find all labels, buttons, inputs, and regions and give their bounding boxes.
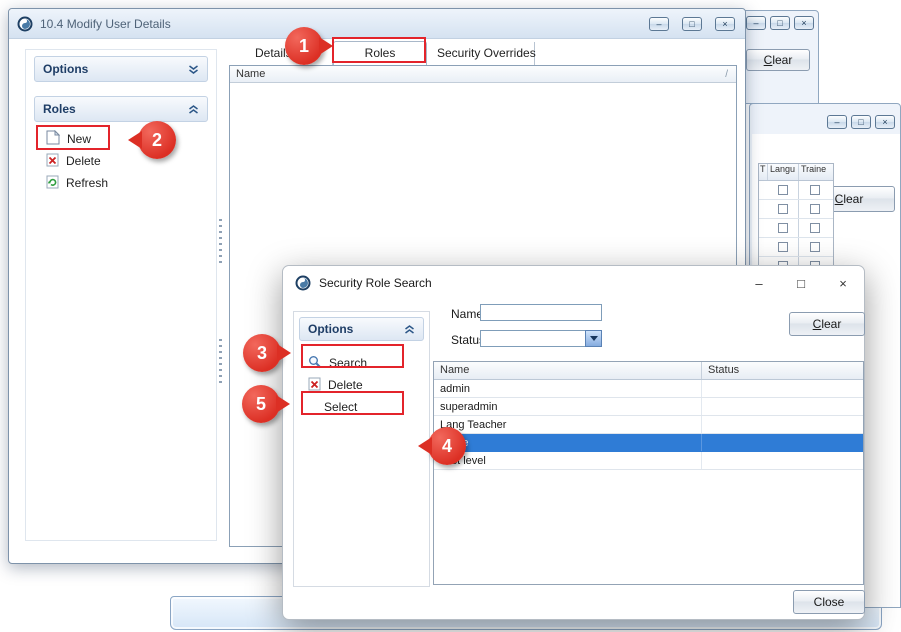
highlight-box-select: [301, 391, 404, 415]
callout-5: 5: [242, 385, 280, 423]
highlight-box-search: [301, 344, 404, 368]
maximize-button[interactable]: □: [780, 266, 822, 300]
app-icon: [295, 275, 311, 291]
callout-4: 4: [428, 427, 466, 465]
grid-row: [759, 200, 833, 219]
options-pane-header[interactable]: Options: [34, 56, 208, 82]
list-header-name[interactable]: Name /: [230, 66, 736, 83]
splitter-handle[interactable]: [219, 339, 222, 383]
column-header-status[interactable]: Status: [702, 362, 863, 379]
options-pane-label: Options: [43, 62, 88, 76]
grid-header: T Langu Traine: [759, 164, 833, 181]
refresh-label: Refresh: [66, 176, 108, 190]
delete-x-icon: [46, 153, 59, 170]
checkbox[interactable]: [778, 223, 788, 233]
grid-row: [759, 219, 833, 238]
window-titlebar[interactable]: 10.4 Modify User Details – □ ×: [9, 9, 745, 39]
table-header: Name Status: [434, 362, 863, 380]
delete-role-button[interactable]: Delete: [26, 150, 216, 172]
name-input[interactable]: [480, 304, 602, 321]
table-row[interactable]: superadmin: [434, 398, 863, 416]
options-pane-header[interactable]: Options: [299, 317, 424, 341]
refresh-icon: [46, 175, 59, 192]
minimize-button[interactable]: –: [746, 16, 766, 30]
checkbox[interactable]: [810, 185, 820, 195]
highlight-box-roles-tab: [332, 37, 426, 63]
window-titlebar[interactable]: – □ ×: [750, 104, 900, 129]
grid-row: [759, 181, 833, 200]
callout-1: 1: [285, 27, 323, 65]
grid-column-traine[interactable]: Traine: [799, 164, 831, 180]
dropdown-arrow-icon[interactable]: [585, 330, 602, 347]
minimize-button[interactable]: –: [827, 115, 847, 129]
refresh-button[interactable]: Refresh: [26, 172, 216, 194]
table-row[interactable]: Lang Teacher: [434, 416, 863, 434]
maximize-button[interactable]: □: [682, 17, 702, 31]
delete-label: Delete: [328, 378, 363, 392]
background-window-top-right: – □ × Clear: [735, 10, 819, 104]
close-button[interactable]: Close: [793, 590, 865, 614]
clear-button[interactable]: Clear: [746, 49, 810, 71]
roles-pane-header[interactable]: Roles: [34, 96, 208, 122]
roles-pane-label: Roles: [43, 102, 76, 116]
clear-button[interactable]: Clear: [789, 312, 865, 336]
options-pane-label: Options: [308, 322, 353, 336]
grid-row: [759, 238, 833, 257]
maximize-button[interactable]: □: [770, 16, 790, 30]
chevron-double-up-icon[interactable]: [404, 325, 415, 334]
checkbox[interactable]: [810, 242, 820, 252]
table-row[interactable]: admin: [434, 380, 863, 398]
checkbox[interactable]: [778, 185, 788, 195]
sort-indicator-icon: /: [725, 69, 728, 80]
minimize-button[interactable]: –: [738, 266, 780, 300]
table-row[interactable]: Test level: [434, 452, 863, 470]
column-header-name[interactable]: Name: [434, 362, 702, 379]
grid-column-langu[interactable]: Langu: [768, 164, 799, 180]
task-pane: Options Roles New: [25, 49, 217, 541]
app-icon: [17, 16, 33, 32]
role-name-cell: Lang Teacher: [434, 416, 702, 433]
role-status-cell: [702, 380, 863, 397]
dialog-titlebar[interactable]: Security Role Search – □ ×: [283, 266, 864, 300]
delete-label: Delete: [66, 154, 101, 168]
checkbox[interactable]: [810, 223, 820, 233]
grid-column-t[interactable]: T: [759, 164, 768, 180]
tab-security-overrides[interactable]: Security Overrides: [427, 42, 535, 65]
chevron-double-down-icon[interactable]: [188, 65, 199, 74]
close-button[interactable]: ×: [875, 115, 895, 129]
results-table: Name Status admin superadmin Lang Teache…: [433, 361, 864, 585]
role-status-cell: [702, 452, 863, 469]
minimize-button[interactable]: –: [649, 17, 669, 31]
close-button[interactable]: ×: [715, 17, 735, 31]
window-title: 10.4 Modify User Details: [40, 17, 642, 31]
role-name-cell: superadmin: [434, 398, 702, 415]
checkbox[interactable]: [778, 242, 788, 252]
role-status-cell: [702, 398, 863, 415]
close-button[interactable]: ×: [794, 16, 814, 30]
checkbox[interactable]: [778, 204, 788, 214]
dialog-title: Security Role Search: [319, 276, 432, 290]
role-name-cell: Test level: [434, 452, 702, 469]
role-name-cell: Office: [434, 434, 702, 451]
chevron-double-up-icon[interactable]: [188, 105, 199, 114]
checkbox[interactable]: [810, 204, 820, 214]
highlight-box-new: [36, 125, 110, 150]
maximize-button[interactable]: □: [851, 115, 871, 129]
desktop: – □ × Clear – □ × Clear T Langu Traine: [0, 0, 901, 632]
security-role-search-dialog: Security Role Search – □ × Options Searc…: [282, 265, 865, 620]
window-titlebar[interactable]: – □ ×: [736, 11, 818, 30]
role-name-cell: admin: [434, 380, 702, 397]
callout-3: 3: [243, 334, 281, 372]
role-status-cell: [702, 416, 863, 433]
status-dropdown[interactable]: [480, 330, 602, 347]
name-field-label: Name: [451, 307, 483, 321]
close-button[interactable]: ×: [822, 266, 864, 300]
table-row-selected[interactable]: Office: [434, 434, 863, 452]
role-status-cell: [702, 434, 863, 451]
splitter-handle[interactable]: [219, 219, 222, 263]
name-column-label: Name: [236, 68, 265, 80]
status-dropdown-value: [480, 330, 585, 347]
callout-2: 2: [138, 121, 176, 159]
